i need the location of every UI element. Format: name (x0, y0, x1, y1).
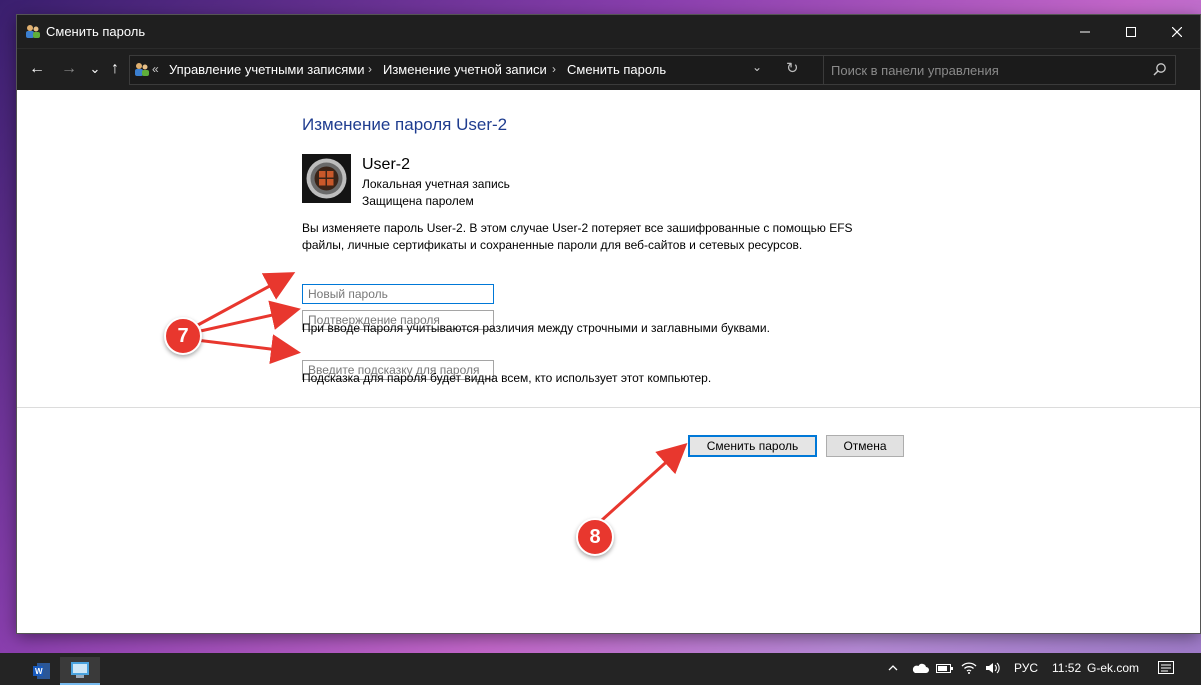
taskbar-word[interactable]: W (22, 657, 62, 685)
clock-time[interactable]: 11:52 (1052, 661, 1081, 675)
breadcrumb-change-account[interactable]: Изменение учетной записи (383, 62, 547, 77)
address-bar: ← → ⌄ ↑ « Управление учетными записями ›… (17, 48, 1200, 90)
user-name: User-2 (362, 156, 411, 173)
search-input[interactable]: Поиск в панели управления (831, 63, 999, 78)
users-icon (26, 25, 40, 38)
new-password-field[interactable]: Новый пароль (302, 284, 494, 304)
breadcrumb-separator-icon[interactable]: › (552, 62, 556, 76)
chevron-up-icon[interactable] (888, 663, 898, 673)
input-language[interactable]: РУС (1014, 661, 1038, 675)
step-7-badge: 7 (164, 317, 202, 355)
address-dropdown-icon[interactable]: ⌄ (752, 60, 762, 74)
up-button[interactable]: ↑ (105, 59, 125, 79)
word-icon: W (33, 663, 50, 679)
search-icon[interactable] (1153, 62, 1167, 76)
breadcrumb[interactable]: « Управление учетными записями › Изменен… (129, 55, 827, 85)
case-sensitivity-note: При вводе пароля учитываются различия ме… (302, 321, 770, 335)
divider (17, 407, 1200, 408)
page-title: Изменение пароля User-2 (302, 115, 508, 134)
title-bar: Сменить пароль (17, 15, 1200, 48)
volume-icon[interactable] (985, 661, 1001, 675)
svg-text:W: W (35, 667, 43, 676)
breadcrumb-accounts[interactable]: Управление учетными записями (169, 62, 364, 77)
warning-line: файлы, личные сертификаты и сохраненные … (302, 238, 803, 252)
close-button[interactable] (1154, 15, 1200, 48)
change-password-button[interactable]: Сменить пароль (688, 435, 817, 457)
onedrive-icon[interactable] (911, 662, 929, 674)
close-icon (1172, 26, 1182, 37)
watermark-site: G-ek.com (1087, 661, 1140, 675)
step-8-badge: 8 (576, 518, 614, 556)
arrow-right-icon: → (61, 60, 77, 77)
arrow-up-icon: ↑ (111, 60, 119, 77)
warning-line: Вы изменяете пароль User-2. В этом случа… (302, 221, 853, 235)
maximize-button[interactable] (1108, 15, 1154, 48)
minimize-button[interactable] (1062, 15, 1108, 48)
taskbar-control-panel[interactable] (60, 657, 100, 685)
cancel-button[interactable]: Отмена (826, 435, 904, 457)
avatar (302, 154, 351, 203)
wifi-icon[interactable] (961, 661, 977, 675)
arrow-left-icon: ← (29, 60, 45, 77)
user-avatar-icon (302, 154, 351, 203)
account-type: Локальная учетная запись (362, 177, 510, 191)
battery-icon[interactable] (936, 662, 954, 674)
maximize-icon (1126, 26, 1136, 37)
window-title: Сменить пароль (46, 24, 146, 39)
chevron-down-icon: ⌄ (89, 61, 101, 76)
forward-button[interactable]: → (59, 59, 79, 79)
overflow-chevron-icon[interactable]: « (152, 62, 159, 76)
search-box[interactable]: Поиск в панели управления (823, 55, 1176, 85)
control-panel-icon (71, 662, 89, 678)
control-panel-icon (135, 63, 149, 76)
recent-locations-button[interactable]: ⌄ (85, 59, 105, 79)
notifications-icon[interactable] (1158, 661, 1174, 677)
refresh-icon[interactable]: ↻ (786, 59, 799, 77)
main-content: Изменение пароля User-2 User-2 Локальная… (17, 90, 1200, 633)
hint-visibility-note: Подсказка для пароля будет видна всем, к… (302, 371, 712, 385)
breadcrumb-change-password[interactable]: Сменить пароль (567, 62, 666, 77)
efs-warning: Вы изменяете пароль User-2. В этом случа… (302, 220, 882, 254)
taskbar: W РУС 11:52 G-ek.com (0, 653, 1201, 685)
minimize-icon (1080, 31, 1090, 32)
breadcrumb-separator-icon[interactable]: › (368, 62, 372, 76)
back-button[interactable]: ← (27, 59, 47, 79)
password-protection-status: Защищена паролем (362, 194, 474, 208)
